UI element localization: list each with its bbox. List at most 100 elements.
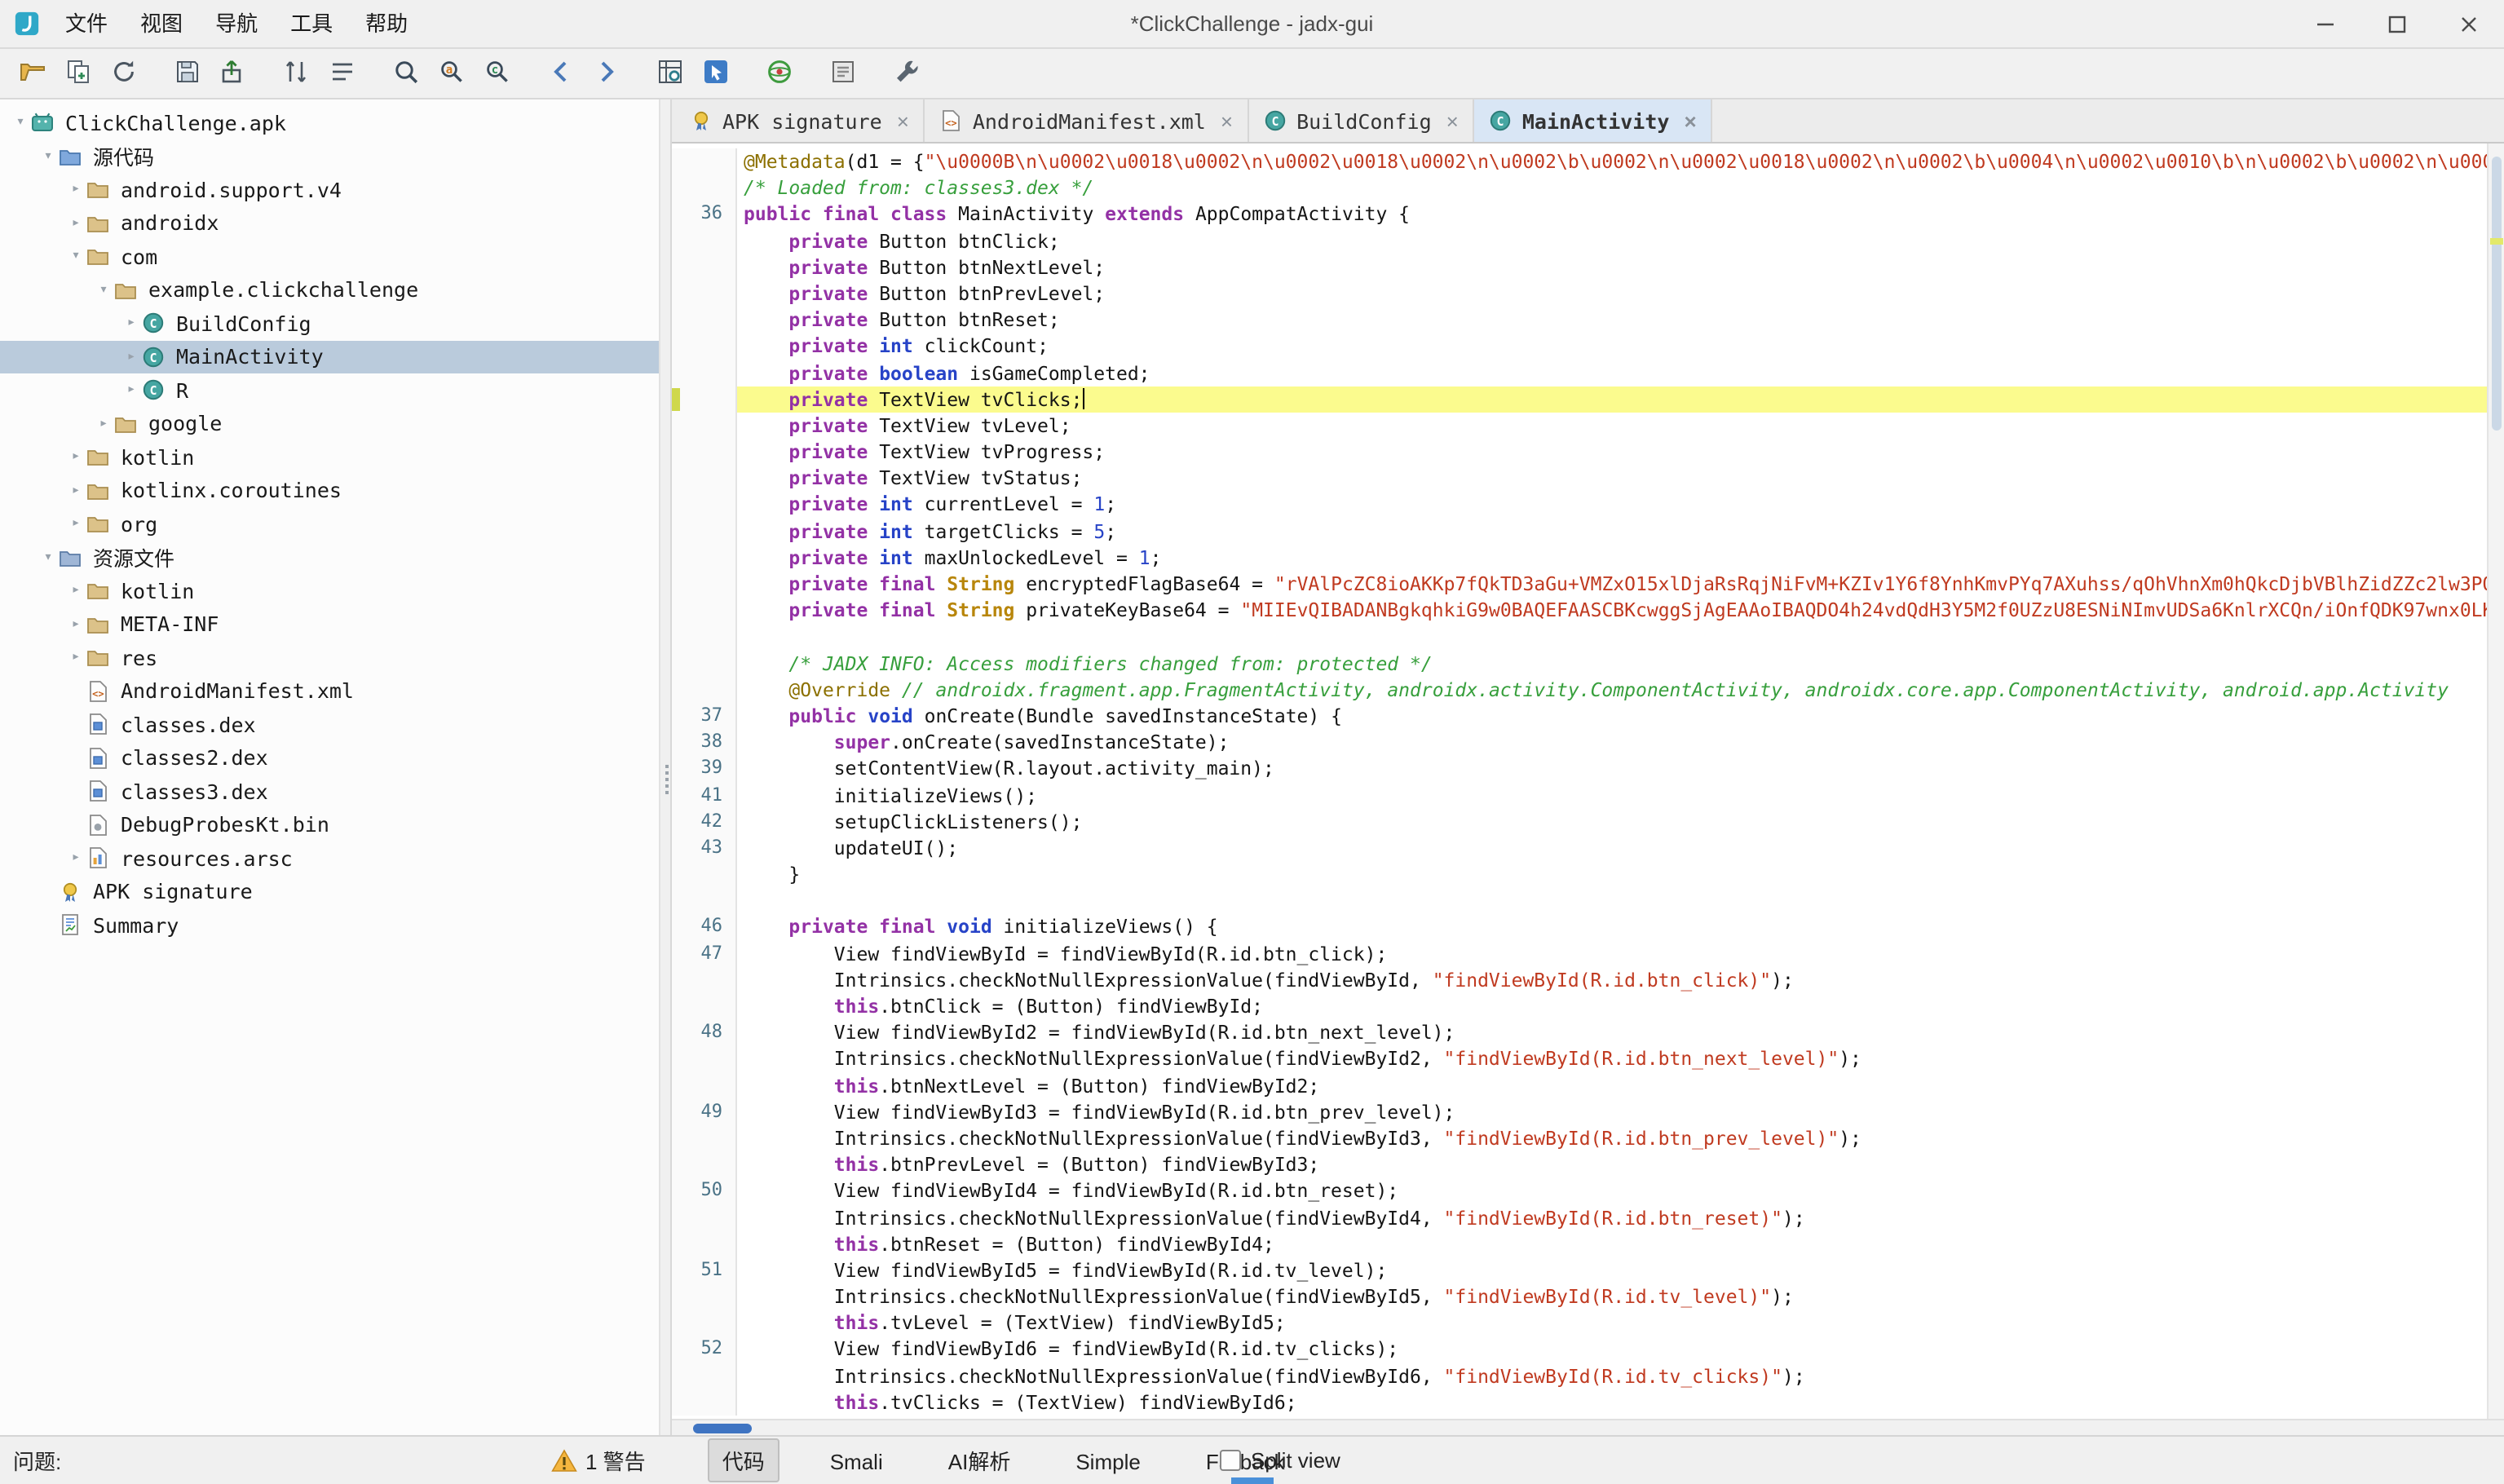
forward-button[interactable] xyxy=(585,52,628,95)
chevron-right-icon[interactable]: ▸ xyxy=(65,650,86,666)
chevron-right-icon[interactable]: ▸ xyxy=(65,583,86,599)
menu-view[interactable]: 视图 xyxy=(124,0,199,47)
chevron-right-icon[interactable]: ▸ xyxy=(65,616,86,633)
tree-item-kotlin[interactable]: ▸kotlin xyxy=(0,440,659,474)
horizontal-scrollbar-thumb[interactable] xyxy=(693,1424,752,1433)
warnings-button[interactable]: 1 警告 xyxy=(551,1445,672,1476)
svg-text:C: C xyxy=(149,351,157,365)
tree-item-androidx[interactable]: ▸androidx xyxy=(0,206,659,240)
chevron-right-icon[interactable]: ▸ xyxy=(65,182,86,198)
tree-item-source-code[interactable]: ▾源代码 xyxy=(0,139,659,173)
tab-mainactivity[interactable]: CMainActivity× xyxy=(1475,99,1713,142)
tree-item-com[interactable]: ▾com xyxy=(0,240,659,273)
split-view-checkbox[interactable] xyxy=(1220,1450,1241,1471)
tab-androidmanifest-xml[interactable]: <>AndroidManifest.xml× xyxy=(925,99,1249,142)
tree-item-example-clickchallenge[interactable]: ▾example.clickchallenge xyxy=(0,273,659,307)
chevron-down-icon[interactable]: ▾ xyxy=(38,550,59,566)
view-mode-simple-button[interactable]: Simple xyxy=(1061,1443,1155,1481)
add-files-button[interactable] xyxy=(57,52,99,95)
menu-navigation[interactable]: 导航 xyxy=(199,0,274,47)
export-button[interactable] xyxy=(212,52,254,95)
tree-item-res-kotlin[interactable]: ▸kotlin xyxy=(0,574,659,607)
tree-item-androidmanifest-xml[interactable]: <>AndroidManifest.xml xyxy=(0,674,659,708)
chevron-down-icon[interactable]: ▾ xyxy=(65,249,86,265)
chevron-right-icon[interactable]: ▸ xyxy=(65,215,86,232)
quark-button[interactable] xyxy=(758,52,801,95)
tab-close-icon[interactable]: × xyxy=(1221,108,1233,133)
tab-close-icon[interactable]: × xyxy=(1684,108,1696,133)
chevron-right-icon[interactable]: ▸ xyxy=(93,416,114,432)
tree-item-buildconfig[interactable]: ▸CBuildConfig xyxy=(0,307,659,340)
save-all-button[interactable] xyxy=(166,52,209,95)
text-search-button[interactable]: a xyxy=(431,52,473,95)
tree-item-mainactivity[interactable]: ▸CMainActivity xyxy=(0,340,659,373)
preferences-button[interactable] xyxy=(885,52,928,95)
tree-item-classes3-dex[interactable]: classes3.dex xyxy=(0,775,659,808)
package-icon xyxy=(86,479,113,502)
code-text: private final void initializeViews() { xyxy=(737,914,2504,940)
tab-buildconfig[interactable]: CBuildConfig× xyxy=(1249,99,1475,142)
line-number xyxy=(672,677,737,703)
menu-help[interactable]: 帮助 xyxy=(349,0,424,47)
editor-pane: APK signature×<>AndroidManifest.xml×CBui… xyxy=(672,99,2504,1435)
tree-item-debugprobeskt-bin[interactable]: DebugProbesKt.bin xyxy=(0,808,659,841)
tree-item-clickchallenge-apk[interactable]: ▾ClickChallenge.apk xyxy=(0,106,659,139)
view-mode-ai-parse-button[interactable]: AI解析 xyxy=(934,1438,1026,1482)
flat-packages-button[interactable] xyxy=(321,52,364,95)
tree-item-resources-arsc[interactable]: ▸resources.arsc xyxy=(0,841,659,875)
view-mode-code-button[interactable]: 代码 xyxy=(708,1438,779,1482)
back-button[interactable] xyxy=(540,52,582,95)
tree-item-label: google xyxy=(148,412,222,436)
maximize-button[interactable] xyxy=(2360,0,2432,47)
tab-apk-signature[interactable]: APK signature× xyxy=(675,99,925,142)
tab-close-icon[interactable]: × xyxy=(1446,108,1459,133)
log-button[interactable] xyxy=(822,52,864,95)
chevron-right-icon[interactable]: ▸ xyxy=(65,850,86,867)
chevron-right-icon[interactable]: ▸ xyxy=(65,449,86,466)
tree-item-apk-signature[interactable]: APK signature xyxy=(0,875,659,908)
tree-item-summary[interactable]: Summary xyxy=(0,908,659,942)
chevron-down-icon[interactable]: ▾ xyxy=(10,115,31,131)
chevron-right-icon[interactable]: ▸ xyxy=(121,349,142,365)
editor-vertical-scrollbar[interactable] xyxy=(2486,144,2504,1419)
minimize-button[interactable] xyxy=(2289,0,2360,47)
tree-item-meta-inf[interactable]: ▸META-INF xyxy=(0,607,659,641)
tree-item-r[interactable]: ▸CR xyxy=(0,373,659,407)
vertical-scrollbar-thumb[interactable] xyxy=(2491,157,2501,431)
line-number: 41 xyxy=(672,782,737,808)
reload-button[interactable] xyxy=(103,52,145,95)
tree-item-classes2-dex[interactable]: classes2.dex xyxy=(0,741,659,775)
menu-tools[interactable]: 工具 xyxy=(274,0,349,47)
select-class-button[interactable] xyxy=(695,52,737,95)
class-search-button[interactable]: c xyxy=(476,52,519,95)
tab-close-icon[interactable]: × xyxy=(897,108,909,133)
class-icon: C xyxy=(142,379,168,402)
chevron-right-icon[interactable]: ▸ xyxy=(121,382,142,399)
inspect-button[interactable] xyxy=(649,52,691,95)
splitter-grip-icon[interactable] xyxy=(665,765,668,768)
line-number xyxy=(672,333,737,360)
code-editor[interactable]: @Metadata(d1 = {"\u0000B\n\u0002\u0018\u… xyxy=(672,144,2504,1419)
menu-file[interactable]: 文件 xyxy=(49,0,124,47)
tree-item-classes-dex[interactable]: classes.dex xyxy=(0,708,659,741)
search-button[interactable] xyxy=(385,52,427,95)
view-mode-smali-button[interactable]: Smali xyxy=(815,1443,898,1481)
sync-button[interactable] xyxy=(276,52,318,95)
open-file-button[interactable] xyxy=(11,52,54,95)
chevron-right-icon[interactable]: ▸ xyxy=(65,516,86,532)
tree-item-kotlinx-coroutines[interactable]: ▸kotlinx.coroutines xyxy=(0,474,659,507)
jadx-logo-icon xyxy=(13,9,42,38)
tree-item-google[interactable]: ▸ google xyxy=(0,407,659,440)
chevron-down-icon[interactable]: ▾ xyxy=(38,148,59,165)
chevron-right-icon[interactable]: ▸ xyxy=(65,483,86,499)
chevron-right-icon[interactable]: ▸ xyxy=(121,316,142,332)
tree-item-org[interactable]: ▸org xyxy=(0,507,659,541)
tree-item-android-support-v4[interactable]: ▸android.support.v4 xyxy=(0,173,659,206)
chevron-down-icon[interactable]: ▾ xyxy=(93,282,114,298)
tree-item-resources[interactable]: ▾资源文件 xyxy=(0,541,659,574)
panel-splitter[interactable] xyxy=(659,99,672,1435)
code-line: private final String privateKeyBase64 = … xyxy=(672,597,2504,623)
tree-item-res[interactable]: ▸res xyxy=(0,641,659,674)
editor-horizontal-scrollbar[interactable] xyxy=(672,1419,2504,1435)
close-button[interactable] xyxy=(2432,0,2504,47)
